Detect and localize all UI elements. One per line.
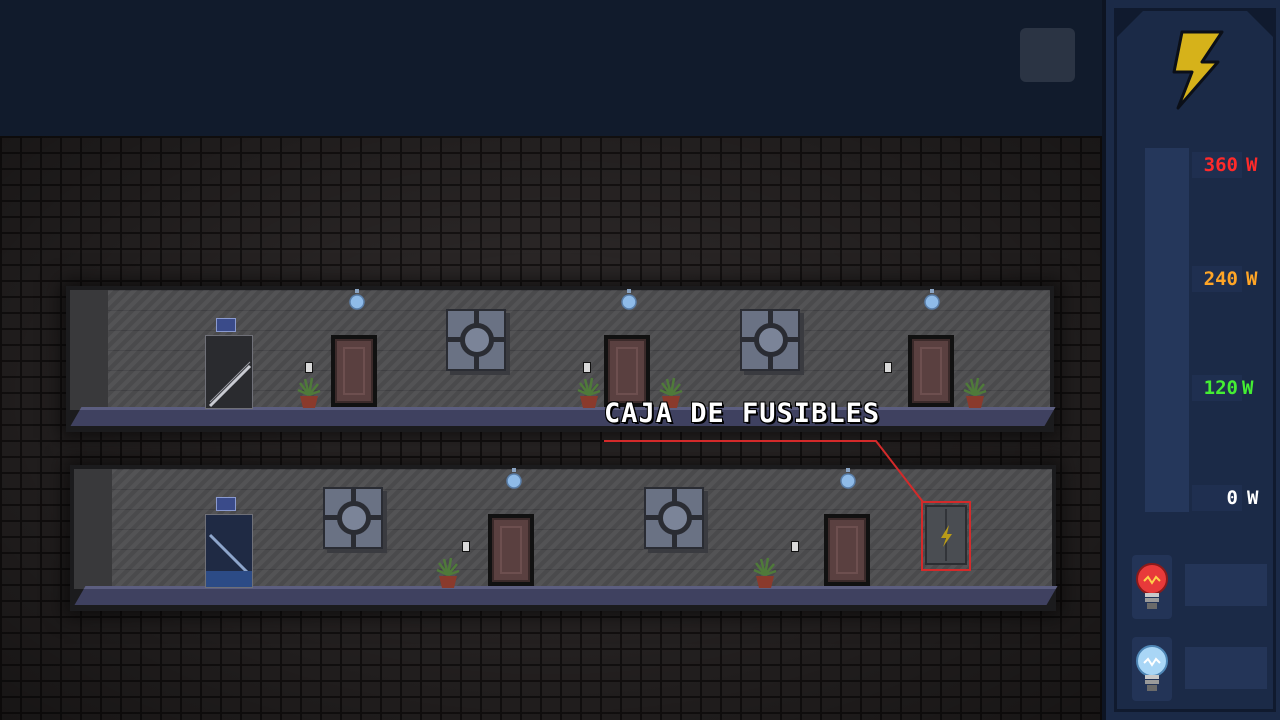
room-door[interactable] (331, 335, 377, 407)
red-bulb-slot[interactable] (1132, 555, 1172, 619)
ceiling-lamp-icon[interactable] (506, 468, 522, 490)
ceiling-lamp-icon[interactable] (924, 289, 940, 311)
window (644, 487, 704, 549)
fuse-box-highlight (921, 501, 971, 571)
meter-level-0: 0 (1192, 485, 1242, 511)
blue-bulb-slot[interactable] (1132, 637, 1172, 701)
potted-plant-icon (577, 377, 601, 408)
top-bar (0, 0, 1102, 136)
window (446, 309, 506, 371)
potted-plant-icon (297, 377, 321, 408)
callout-label: CAJA DE FUSIBLES (604, 398, 881, 429)
light-switch[interactable] (791, 541, 799, 552)
meter-level-360: 360 (1192, 152, 1242, 178)
floor-left-wall (70, 290, 110, 410)
window (323, 487, 383, 549)
floor-carpet (70, 407, 1056, 426)
red-bulb-icon (1136, 563, 1168, 609)
room-door[interactable] (908, 335, 954, 407)
meter-level-120: 120 (1192, 375, 1242, 401)
meter-level-240: 240 (1192, 266, 1242, 292)
meter-value: 240 (1203, 268, 1238, 290)
stairs-down-sign-icon (216, 497, 236, 511)
floor-left-wall (74, 469, 114, 589)
meter-unit: W (1242, 377, 1254, 399)
stairs-up-sign-icon (216, 318, 236, 332)
potted-plant-icon (436, 557, 460, 588)
stairs-up-door[interactable] (205, 335, 253, 409)
meter-value: 120 (1203, 377, 1238, 399)
potted-plant-icon (963, 377, 987, 408)
ceiling-lamp-icon[interactable] (840, 468, 856, 490)
blue-bulb-bar (1185, 647, 1267, 689)
meter-unit: W (1246, 154, 1258, 176)
light-switch[interactable] (462, 541, 470, 552)
red-bulb-bar (1185, 564, 1267, 606)
stairs-icon (208, 361, 252, 408)
stairs-down-door[interactable] (205, 514, 253, 588)
ceiling-lamp-icon[interactable] (621, 289, 637, 311)
room-door[interactable] (824, 514, 870, 586)
floor-carpet (74, 586, 1058, 605)
meter-value: 360 (1203, 154, 1238, 176)
power-meter-track (1145, 148, 1189, 512)
room-door[interactable] (488, 514, 534, 586)
meter-value: 0 (1226, 487, 1238, 509)
meter-unit: W (1246, 268, 1258, 290)
room-door[interactable] (604, 335, 650, 407)
light-switch[interactable] (884, 362, 892, 373)
floor-wall (112, 469, 1052, 589)
meter-unit: W (1247, 487, 1259, 509)
stairs-icon (206, 533, 252, 587)
window (740, 309, 800, 371)
blue-bulb-icon (1136, 645, 1168, 691)
light-switch[interactable] (583, 362, 591, 373)
potted-plant-icon (753, 557, 777, 588)
lightning-bolt-icon (1172, 30, 1224, 110)
menu-button[interactable] (1020, 28, 1075, 82)
ceiling-lamp-icon[interactable] (349, 289, 365, 311)
light-switch[interactable] (305, 362, 313, 373)
